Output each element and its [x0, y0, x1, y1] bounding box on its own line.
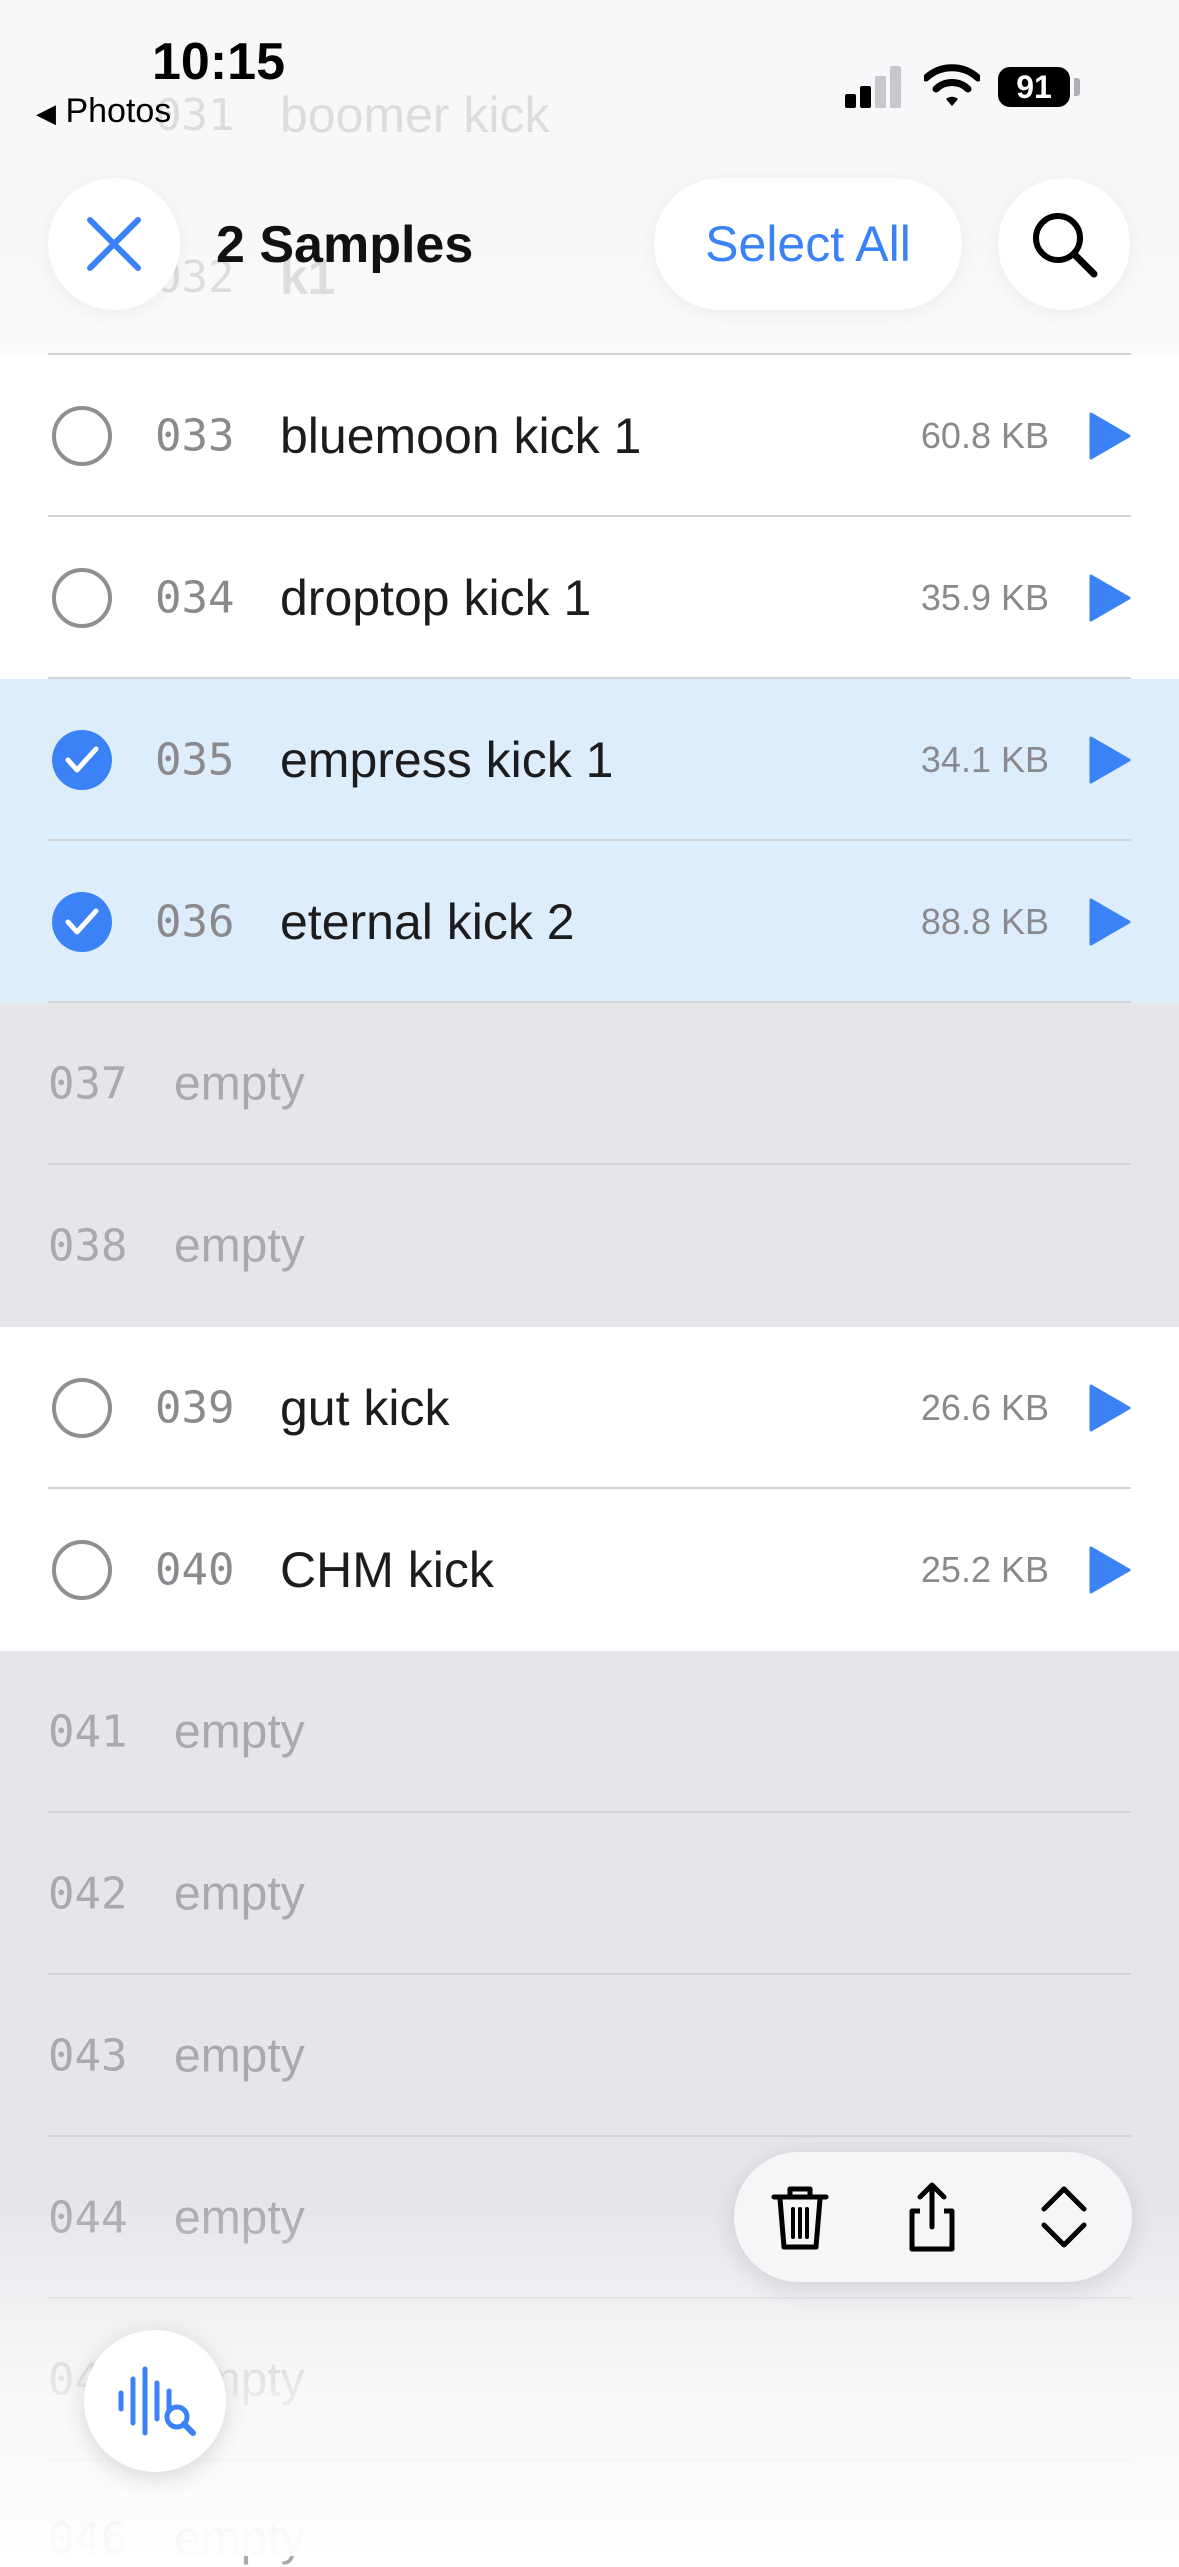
waveform-search-icon — [118, 2366, 196, 2436]
empty-label: empty — [174, 2029, 305, 2083]
sample-row-040[interactable]: 040 CHM kick 25.2 KB — [0, 1489, 1179, 1651]
empty-label: empty — [174, 1867, 305, 1921]
back-to-photos[interactable]: ◀ Photos — [36, 92, 171, 131]
back-triangle-icon: ◀ — [36, 98, 56, 128]
select-checkbox[interactable] — [52, 568, 112, 628]
slot-number: 043 — [48, 2030, 128, 2082]
play-icon[interactable] — [1087, 736, 1131, 784]
select-checkbox[interactable] — [52, 406, 112, 466]
slot-number: 033 — [155, 410, 235, 462]
file-size: 60.8 KB — [920, 415, 1049, 456]
empty-label: empty — [174, 1219, 305, 1273]
search-button[interactable] — [998, 178, 1130, 310]
selection-count-title: 2 Samples — [216, 216, 474, 274]
file-size: 35.9 KB — [920, 577, 1049, 618]
play-icon[interactable] — [1087, 1384, 1131, 1432]
slot-number: 039 — [155, 1382, 235, 1434]
waveform-search-button[interactable] — [84, 2330, 226, 2472]
select-checkbox-checked[interactable] — [52, 892, 112, 952]
play-icon[interactable] — [1087, 1546, 1131, 1594]
select-checkbox-checked[interactable] — [52, 730, 112, 790]
slot-number: 046 — [48, 2513, 128, 2565]
slot-number: 042 — [48, 1868, 128, 1920]
slot-number: 037 — [48, 1058, 128, 1110]
file-size: 34.1 KB — [920, 739, 1049, 780]
sample-row-035[interactable]: 035 empress kick 1 34.1 KB — [0, 679, 1179, 841]
play-icon[interactable] — [1087, 898, 1131, 946]
play-icon[interactable] — [1087, 574, 1131, 622]
empty-label: empty — [174, 2512, 305, 2566]
empty-label: empty — [174, 1057, 305, 1111]
back-label: Photos — [65, 92, 172, 130]
ghost-sample-name: boomer kick — [280, 87, 550, 143]
slot-number: 036 — [155, 896, 235, 948]
checkmark-icon — [65, 746, 99, 773]
sample-name: droptop kick 1 — [280, 570, 592, 626]
trash-icon[interactable] — [760, 2177, 840, 2257]
battery-cap — [1074, 78, 1080, 96]
slot-number: 034 — [155, 572, 235, 624]
file-size: 26.6 KB — [920, 1387, 1049, 1428]
sample-row-039[interactable]: 039 gut kick 26.6 KB — [0, 1327, 1179, 1489]
cellular-signal-icon — [845, 66, 901, 108]
wifi-icon — [924, 64, 980, 106]
select-checkbox[interactable] — [52, 1378, 112, 1438]
move-icon[interactable] — [1024, 2177, 1104, 2257]
sample-name: gut kick — [280, 1380, 450, 1436]
share-icon[interactable] — [892, 2177, 972, 2257]
close-button[interactable] — [48, 178, 180, 310]
select-all-button[interactable]: Select All — [654, 178, 962, 310]
empty-slot-046[interactable]: 046 empty — [0, 2461, 1179, 2566]
sample-row-033[interactable]: 033 bluemoon kick 1 60.8 KB — [0, 355, 1179, 517]
row-divider — [48, 353, 1131, 355]
empty-label: empty — [174, 2191, 305, 2245]
empty-slot-037[interactable]: 037 empty — [0, 1003, 1179, 1165]
play-icon[interactable] — [1087, 412, 1131, 460]
sample-row-036[interactable]: 036 eternal kick 2 88.8 KB — [0, 841, 1179, 1003]
select-checkbox[interactable] — [52, 1540, 112, 1600]
slot-number: 035 — [155, 734, 235, 786]
slot-number: 041 — [48, 1706, 128, 1758]
sample-name: eternal kick 2 — [280, 894, 575, 950]
slot-number: 040 — [155, 1544, 235, 1596]
file-size: 88.8 KB — [920, 901, 1049, 942]
status-time: 10:15 — [152, 33, 285, 91]
sample-name: CHM kick — [280, 1542, 494, 1598]
checkmark-icon — [65, 908, 99, 935]
empty-slot-042[interactable]: 042 empty — [0, 1813, 1179, 1975]
selection-action-toolbar — [734, 2152, 1132, 2282]
empty-slot-038[interactable]: 038 empty — [0, 1165, 1179, 1327]
sample-name: empress kick 1 — [280, 732, 614, 788]
empty-slot-041[interactable]: 041 empty — [0, 1651, 1179, 1813]
close-icon — [87, 217, 141, 271]
slot-number: 038 — [48, 1220, 128, 1272]
search-icon — [1033, 213, 1098, 278]
sample-row-034[interactable]: 034 droptop kick 1 35.9 KB — [0, 517, 1179, 679]
sample-name: bluemoon kick 1 — [280, 408, 642, 464]
empty-label: empty — [174, 1705, 305, 1759]
file-size: 25.2 KB — [920, 1549, 1049, 1590]
empty-slot-043[interactable]: 043 empty — [0, 1975, 1179, 2137]
battery-level: 91 — [998, 67, 1070, 107]
slot-number: 044 — [48, 2192, 128, 2244]
